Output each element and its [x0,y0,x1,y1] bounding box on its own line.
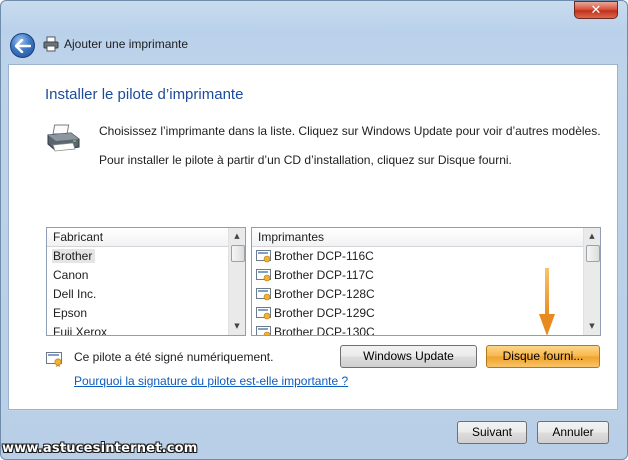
manufacturer-scrollbar[interactable]: ▲ ▼ [228,228,245,335]
manufacturer-list-header[interactable]: Fabricant [47,228,245,247]
scroll-thumb[interactable] [231,245,245,262]
list-item-label: Brother [52,249,96,263]
next-button[interactable]: Suivant [457,421,527,444]
scroll-up-icon[interactable]: ▲ [584,228,600,245]
scroll-down-icon[interactable]: ▼ [584,318,600,335]
list-item-label: Brother DCP-128C [274,287,375,301]
list-item[interactable]: Dell Inc. [47,285,245,304]
certified-driver-icon [256,269,271,282]
printer-scrollbar[interactable]: ▲ ▼ [583,228,600,335]
signature-info-link[interactable]: Pourquoi la signature du pilote est-elle… [74,374,348,388]
instruction-text-2: Pour installer le pilote à partir d’un C… [99,153,512,167]
watermark: www.astucesinternet.com [2,441,198,456]
certified-driver-icon [256,326,271,335]
signed-driver-icon [46,352,62,367]
list-item-label: Brother DCP-130C [274,325,375,336]
printer-list-header[interactable]: Imprimantes [252,228,600,247]
close-icon: ✕ [590,3,602,18]
back-button[interactable] [10,33,35,58]
have-disk-button[interactable]: Disque fourni... [486,345,600,368]
list-item-label: Brother DCP-117C [274,268,374,282]
signature-status: Ce pilote a été signé numériquement. [74,350,274,364]
list-item[interactable]: Epson [47,304,245,323]
window-title: Ajouter une imprimante [64,37,189,51]
annotation-arrow-icon [539,268,555,336]
scroll-down-icon[interactable]: ▼ [229,318,245,335]
page-heading: Installer le pilote d’imprimante [45,86,244,103]
list-item[interactable]: Canon [47,266,245,285]
list-item-label: Brother DCP-116C [274,249,374,263]
manufacturer-list[interactable]: Fabricant Brother Canon Dell Inc. Epson … [46,227,246,336]
list-item[interactable]: Fuji Xerox [47,323,245,335]
scroll-up-icon[interactable]: ▲ [229,228,245,245]
list-item[interactable]: Brother DCP-116C [252,247,600,266]
list-item[interactable]: Brother [47,247,245,266]
scroll-thumb[interactable] [586,245,600,262]
windows-update-button[interactable]: Windows Update [340,345,477,368]
instruction-text-1: Choisissez l’imprimante dans la liste. C… [99,124,601,138]
back-arrow-icon [15,39,31,53]
footer-separator [8,410,618,411]
printer-icon [47,124,80,152]
close-button[interactable]: ✕ [574,1,618,19]
certified-driver-icon [256,250,271,263]
printer-icon [43,36,59,52]
certified-driver-icon [256,288,271,301]
list-item-label: Brother DCP-129C [274,306,375,320]
cancel-button[interactable]: Annuler [537,421,609,444]
certified-driver-icon [256,307,271,320]
